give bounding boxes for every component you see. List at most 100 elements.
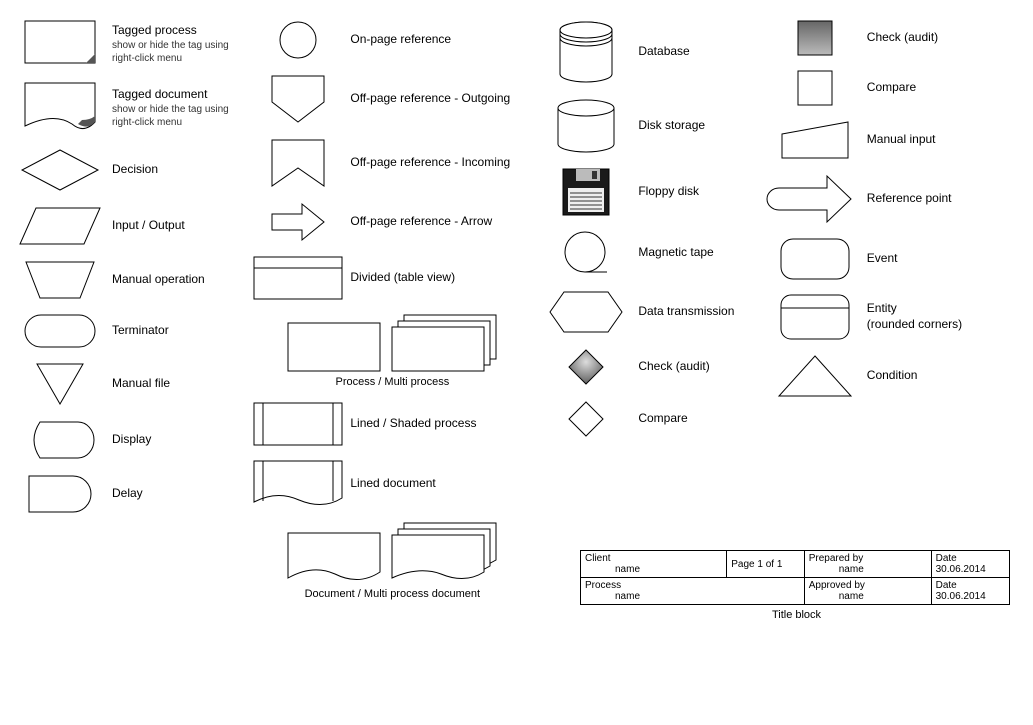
tb-page: Page 1 of 1 (727, 551, 804, 578)
display-icon (26, 420, 94, 460)
item-manual-input: Manual input (775, 120, 1013, 160)
document-icon (287, 532, 381, 584)
label-decision: Decision (112, 162, 158, 178)
label-terminator: Terminator (112, 323, 169, 339)
tb-client-label: Client (585, 553, 611, 564)
label-doc-multi: Document / Multi process document (258, 588, 526, 600)
square-filled-icon (797, 20, 833, 56)
tb-date-value-1: 30.06.2014 (936, 564, 986, 575)
item-disk-storage: Disk storage (546, 98, 754, 154)
label-display: Display (112, 432, 151, 448)
item-terminator: Terminator (20, 314, 238, 348)
item-reference-point: Reference point (775, 174, 1013, 224)
diamond-filled-icon (567, 348, 605, 386)
item-process-multi: Process / Multi process (258, 314, 526, 388)
label-tagged-document: Tagged document (112, 87, 238, 103)
label-manual-file: Manual file (112, 376, 170, 392)
square-icon (797, 70, 833, 106)
label-lined-doc: Lined document (350, 476, 435, 492)
sub-tagged-process: show or hide the tag using right-click m… (112, 39, 238, 65)
tagged-process-icon (24, 20, 96, 68)
tb-date-label-1: Date (936, 553, 957, 564)
sub-tagged-document: show or hide the tag using right-click m… (112, 103, 238, 129)
label-compare-3: Compare (638, 411, 687, 427)
arrow-right-icon (270, 202, 326, 242)
item-delay: Delay (20, 474, 238, 514)
hexagon-icon (548, 290, 624, 334)
tb-client-value: name (585, 564, 640, 575)
multi-document-icon (391, 522, 497, 584)
item-check-audit-4: Check (audit) (775, 20, 1013, 56)
label-condition: Condition (867, 368, 918, 384)
banner-icon (270, 138, 326, 188)
label-on-page-ref: On-page reference (350, 32, 451, 48)
triangle-up-icon (777, 354, 853, 398)
label-reference-point: Reference point (867, 191, 952, 207)
col-2: On-page reference Off-page reference - O… (258, 20, 526, 600)
item-check-audit-3: Check (audit) (546, 348, 754, 386)
pentagon-down-icon (270, 74, 326, 124)
entity-icon (780, 294, 850, 340)
diamond-icon (567, 400, 605, 438)
label-event: Event (867, 251, 898, 267)
tagged-document-icon (24, 82, 96, 134)
label-disk-storage: Disk storage (638, 118, 705, 134)
item-doc-multi: Document / Multi process document (258, 522, 526, 600)
circle-icon (278, 20, 318, 60)
item-compare-4: Compare (775, 70, 1013, 106)
legend-grid: Tagged process show or hide the tag usin… (20, 20, 1013, 600)
item-tagged-document: Tagged document show or hide the tag usi… (20, 82, 238, 134)
item-entity: Entity (rounded corners) (775, 294, 1013, 340)
tb-approved-label: Approved by (809, 580, 865, 591)
label-compare-4: Compare (867, 80, 916, 96)
tb-approved-value: name (809, 591, 864, 602)
lined-process-icon (253, 402, 343, 446)
label-delay: Delay (112, 486, 143, 502)
label-process-multi: Process / Multi process (258, 376, 526, 388)
label-tagged-process: Tagged process (112, 23, 238, 39)
item-tagged-process: Tagged process show or hide the tag usin… (20, 20, 238, 68)
label-off-outgoing: Off-page reference - Outgoing (350, 91, 510, 107)
item-input-output: Input / Output (20, 206, 238, 246)
item-lined-doc: Lined document (258, 460, 526, 508)
label-magnetic-tape: Magnetic tape (638, 245, 713, 261)
label-off-incoming: Off-page reference - Incoming (350, 155, 510, 171)
reference-point-icon (777, 174, 853, 224)
lined-document-icon (253, 460, 343, 508)
item-data-transmission: Data transmission (546, 290, 754, 334)
item-manual-operation: Manual operation (20, 260, 238, 300)
label-entity: Entity (rounded corners) (867, 301, 962, 332)
disk-storage-icon (556, 98, 616, 154)
label-check-audit-4: Check (audit) (867, 30, 938, 46)
tb-date-value-2: 30.06.2014 (936, 591, 986, 602)
tb-date-label-2: Date (936, 580, 957, 591)
process-icon (287, 322, 381, 372)
event-icon (780, 238, 850, 280)
label-database: Database (638, 44, 689, 60)
item-on-page-ref: On-page reference (258, 20, 526, 60)
tb-prepared-value: name (809, 564, 864, 575)
magnetic-tape-icon (563, 230, 609, 276)
item-decision: Decision (20, 148, 238, 192)
delay-icon (27, 474, 93, 514)
label-check-audit-3: Check (audit) (638, 359, 709, 375)
item-off-outgoing: Off-page reference - Outgoing (258, 74, 526, 124)
floppy-disk-icon (562, 168, 610, 216)
triangle-down-icon (35, 362, 85, 406)
label-manual-input: Manual input (867, 132, 936, 148)
label-divided: Divided (table view) (350, 270, 455, 286)
label-data-transmission: Data transmission (638, 304, 734, 320)
title-block-wrap: Client name Page 1 of 1 Prepared by name… (580, 550, 1013, 621)
item-manual-file: Manual file (20, 362, 238, 406)
parallelogram-icon (18, 206, 102, 246)
label-manual-operation: Manual operation (112, 272, 205, 288)
database-icon (558, 20, 614, 84)
decision-icon (20, 148, 100, 192)
tb-process-value: name (585, 591, 640, 602)
multi-process-icon (391, 314, 497, 372)
manual-input-icon (780, 120, 850, 160)
item-floppy: Floppy disk (546, 168, 754, 216)
terminator-icon (24, 314, 96, 348)
item-magnetic-tape: Magnetic tape (546, 230, 754, 276)
trapezoid-icon (24, 260, 96, 300)
